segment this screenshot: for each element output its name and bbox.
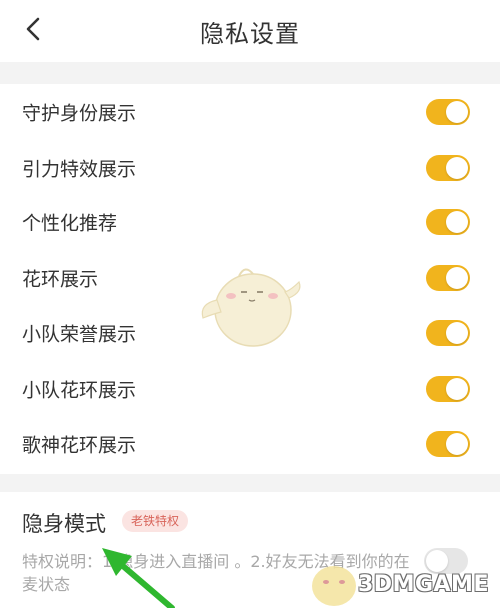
setting-label: 个性化推荐 xyxy=(22,212,118,235)
team-honor-toggle[interactable] xyxy=(426,320,470,346)
stealth-mode-title: 隐身模式 xyxy=(22,512,106,536)
page-title: 隐私设置 xyxy=(200,20,300,48)
setting-row: 引力特效展示 xyxy=(0,140,500,196)
section-divider xyxy=(0,62,500,84)
stealth-mode-toggle[interactable] xyxy=(424,548,468,574)
setting-row: 歌神花环展示 xyxy=(0,416,500,472)
toggle-knob xyxy=(426,550,448,572)
setting-row: 小队花环展示 xyxy=(0,361,500,417)
setting-label: 守护身份展示 xyxy=(22,102,137,125)
header-bar: 隐私设置 xyxy=(0,0,500,62)
setting-label: 小队花环展示 xyxy=(22,379,137,402)
singer-wreath-toggle[interactable] xyxy=(426,431,470,457)
setting-label: 小队荣誉展示 xyxy=(22,323,137,346)
toggle-knob xyxy=(446,433,468,455)
toggle-knob xyxy=(446,378,468,400)
toggle-knob xyxy=(446,267,468,289)
setting-label: 引力特效展示 xyxy=(22,158,137,181)
toggle-knob xyxy=(446,322,468,344)
3dmgame-logo xyxy=(312,566,356,606)
setting-row: 守护身份展示 xyxy=(0,84,500,140)
gravity-effect-toggle[interactable] xyxy=(426,155,470,181)
team-wreath-toggle[interactable] xyxy=(426,376,470,402)
toggle-knob xyxy=(446,101,468,123)
toggle-knob xyxy=(446,211,468,233)
setting-label: 花环展示 xyxy=(22,268,99,291)
section-divider xyxy=(0,474,500,492)
mascot-watermark xyxy=(201,268,301,347)
setting-row: 个性化推荐 xyxy=(0,194,500,250)
guardian-identity-toggle[interactable] xyxy=(426,99,470,125)
privilege-badge: 老铁特权 xyxy=(122,510,189,532)
personalized-recommend-toggle[interactable] xyxy=(426,209,470,235)
wreath-display-toggle[interactable] xyxy=(426,265,470,291)
toggle-knob xyxy=(446,157,468,179)
setting-label: 歌神花环展示 xyxy=(22,434,137,457)
watermark-text: 3DMGAME xyxy=(358,572,489,597)
